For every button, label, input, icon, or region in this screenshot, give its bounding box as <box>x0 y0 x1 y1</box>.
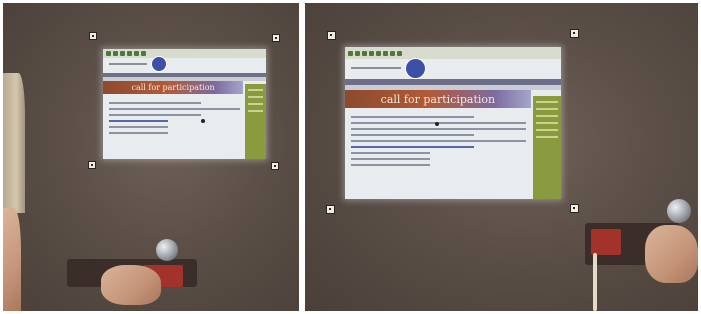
device-cable <box>593 253 597 311</box>
page-sidebar <box>244 84 266 159</box>
page-body <box>345 108 561 167</box>
photo-right: call for participation <box>305 3 698 311</box>
projected-screen: call for participation <box>345 47 561 199</box>
corner-marker-top-right <box>272 34 280 42</box>
site-name <box>109 63 147 66</box>
page-sidebar <box>532 95 561 199</box>
corner-marker-top-left <box>327 31 336 40</box>
corner-marker-bottom-left <box>326 205 335 214</box>
page-banner: call for participation <box>103 80 244 94</box>
toolbar-icon <box>383 50 388 56</box>
toolbar-icon <box>355 50 360 56</box>
camera-ball <box>156 239 178 261</box>
browser-toolbar <box>103 49 266 58</box>
banner-text: call for participation <box>380 92 496 106</box>
toolbar-icon <box>369 50 374 56</box>
person-arm-lower <box>3 208 21 311</box>
toolbar-icon <box>390 50 395 56</box>
browser-toolbar <box>345 47 561 60</box>
pointer-cursor <box>201 119 205 123</box>
toolbar-icon <box>127 50 132 56</box>
camera-ball <box>667 199 691 223</box>
toolbar-icon <box>348 50 353 56</box>
corner-marker-bottom-left <box>88 161 96 169</box>
banner-text: call for participation <box>131 82 215 92</box>
logo-icon <box>405 57 427 79</box>
site-logo-row <box>345 57 561 79</box>
page-banner: call for participation <box>345 90 531 109</box>
site-logo-row <box>103 56 266 73</box>
corner-marker-top-right <box>570 29 579 38</box>
toolbar-icon <box>362 50 367 56</box>
holding-hand <box>645 225 698 283</box>
toolbar-icon <box>376 50 381 56</box>
photo-left: call for participation <box>3 3 299 311</box>
holding-hand <box>101 265 161 305</box>
toolbar-icon <box>113 50 118 56</box>
toolbar-icon <box>134 50 139 56</box>
corner-marker-bottom-right <box>271 162 279 170</box>
logo-icon <box>150 56 167 73</box>
person-arm <box>3 73 25 213</box>
page-body <box>103 94 266 134</box>
corner-marker-bottom-right <box>570 204 579 213</box>
toolbar-icon <box>106 50 111 56</box>
toolbar-icon <box>141 50 146 56</box>
pointer-cursor <box>435 122 439 126</box>
site-name <box>351 67 402 70</box>
toolbar-icon <box>397 50 402 56</box>
corner-marker-top-left <box>89 32 97 40</box>
toolbar-icon <box>120 50 125 56</box>
device-board <box>591 229 621 255</box>
projected-screen: call for participation <box>103 49 266 159</box>
